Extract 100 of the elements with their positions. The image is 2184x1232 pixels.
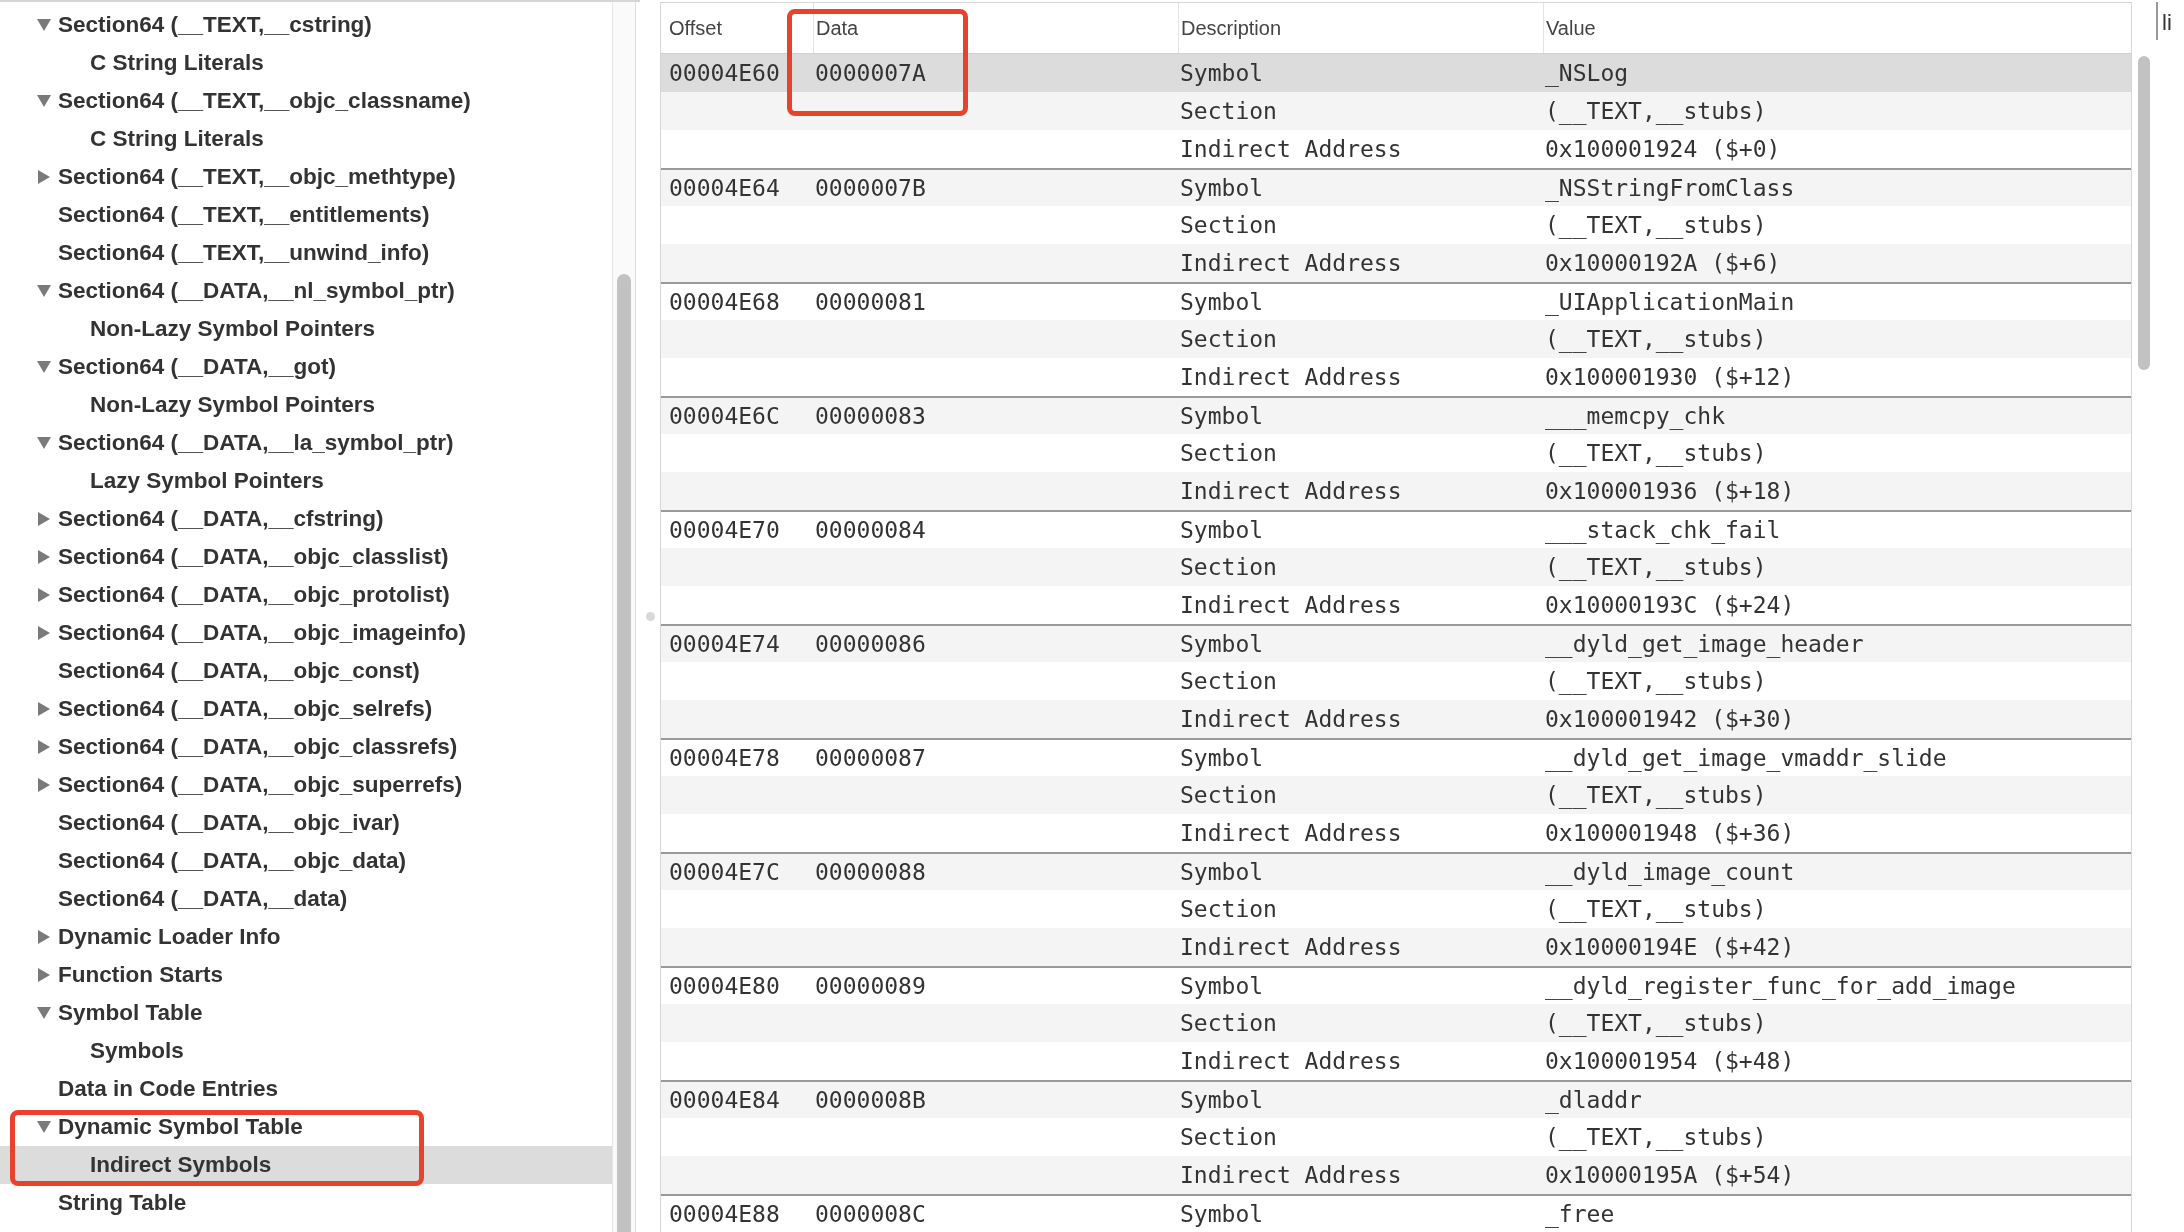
column-header[interactable]: Description [1178, 3, 1543, 53]
tree-item[interactable]: Indirect Symbols [0, 1146, 612, 1184]
table-row[interactable]: Section (__TEXT,__stubs) [661, 1004, 2131, 1042]
table-cell-text: 00000084 [815, 517, 927, 543]
table-cell-text: 0x100001954 ($+48) [1545, 1048, 1796, 1074]
table-row[interactable]: 00004E6C 00000083 Symbol ___memcpy_chk [661, 396, 2131, 434]
disclosure-triangle-icon[interactable] [36, 436, 52, 450]
table-cell-text: (__TEXT,__stubs) [1545, 668, 1768, 694]
table-row[interactable]: Indirect Address 0x100001936 ($+18) [661, 472, 2131, 510]
table-cell-text: 00000083 [815, 403, 927, 429]
tree-item[interactable]: Data in Code Entries [0, 1070, 612, 1108]
table-cell-text: Symbol [1180, 1087, 1265, 1113]
disclosure-triangle-icon[interactable] [36, 740, 52, 754]
table-cell-text: 00004E88 [669, 1201, 781, 1227]
disclosure-triangle-icon[interactable] [36, 778, 52, 792]
scrollbar-thumb[interactable] [617, 274, 631, 1232]
table-cell-text: Section [1180, 554, 1278, 580]
tree-item[interactable]: Section64 (__DATA,__la_symbol_ptr) [0, 424, 612, 462]
tree-item[interactable]: Lazy Symbol Pointers [0, 462, 612, 500]
tree-item[interactable]: Section64 (__DATA,__objc_ivar) [0, 804, 612, 842]
table-cell-text: 00004E84 [669, 1087, 781, 1113]
tree-item[interactable]: Symbols [0, 1032, 612, 1070]
table-row[interactable]: 00004E60 0000007A Symbol _NSLog [661, 54, 2131, 92]
table-cell-text: 00004E60 [669, 60, 781, 86]
tree-item[interactable]: Section64 (__DATA,__got) [0, 348, 612, 386]
table-row[interactable]: Indirect Address 0x10000192A ($+6) [661, 244, 2131, 282]
tree-item[interactable]: Section64 (__TEXT,__objc_methtype) [0, 158, 612, 196]
disclosure-triangle-icon[interactable] [36, 1120, 52, 1134]
tree-item[interactable]: Section64 (__DATA,__cfstring) [0, 500, 612, 538]
disclosure-triangle-icon[interactable] [36, 170, 52, 184]
column-header[interactable]: Offset [667, 3, 813, 53]
table-cell-text: Section [1180, 440, 1278, 466]
table-cell-text: (__TEXT,__stubs) [1545, 212, 1768, 238]
table-cell-text: 0x100001930 ($+12) [1545, 364, 1796, 390]
table-row[interactable]: 00004E7C 00000088 Symbol __dyld_image_count [661, 852, 2131, 890]
table-cell-text: 00004E68 [669, 289, 781, 315]
disclosure-triangle-icon[interactable] [36, 1006, 52, 1020]
tree-item[interactable]: Section64 (__TEXT,__cstring) [0, 6, 612, 44]
disclosure-triangle-icon[interactable] [36, 702, 52, 716]
tree-item[interactable]: Section64 (__DATA,__nl_symbol_ptr) [0, 272, 612, 310]
table-row[interactable]: 00004E74 00000086 Symbol __dyld_get_image_header [661, 624, 2131, 662]
table-row[interactable]: Section (__TEXT,__stubs) [661, 548, 2131, 586]
disclosure-triangle-icon[interactable] [36, 360, 52, 374]
table-cell-text: __dyld_get_image_header [1545, 631, 1865, 657]
table-cell-text: Symbol [1180, 60, 1265, 86]
tree-item[interactable]: Function Starts [0, 956, 612, 994]
tree-item[interactable]: C String Literals [0, 120, 612, 158]
tree-item[interactable]: Section64 (__DATA,__data) [0, 880, 612, 918]
table-row[interactable]: Indirect Address 0x10000195A ($+54) [661, 1156, 2131, 1194]
table-cell-text: 0x10000192A ($+6) [1545, 250, 1782, 276]
tree-item[interactable]: Section64 (__DATA,__objc_classlist) [0, 538, 612, 576]
table-row[interactable]: Section (__TEXT,__stubs) [661, 92, 2131, 130]
disclosure-triangle-icon[interactable] [36, 626, 52, 640]
split-handle[interactable] [645, 611, 655, 621]
disclosure-triangle-icon[interactable] [36, 284, 52, 298]
tree-item[interactable]: Section64 (__TEXT,__entitlements) [0, 196, 612, 234]
table-row[interactable]: Indirect Address 0x10000194E ($+42) [661, 928, 2131, 966]
table-cell-text: Section [1180, 326, 1278, 352]
tree-item[interactable]: Section64 (__DATA,__objc_protolist) [0, 576, 612, 614]
tree-item[interactable]: Section64 (__DATA,__objc_selrefs) [0, 690, 612, 728]
tree-item[interactable]: String Table [0, 1184, 612, 1222]
tree-item[interactable]: Section64 (__TEXT,__objc_classname) [0, 82, 612, 120]
table-cell-text: (__TEXT,__stubs) [1545, 1010, 1768, 1036]
tree-item[interactable]: C String Literals [0, 44, 612, 82]
table-cell-text: 00004E70 [669, 517, 781, 543]
table-cell-text: 00000086 [815, 631, 927, 657]
disclosure-triangle-icon[interactable] [36, 512, 52, 526]
table-row[interactable]: 00004E84 0000008B Symbol _dladdr [661, 1080, 2131, 1118]
tree-item[interactable]: Non-Lazy Symbol Pointers [0, 386, 612, 424]
table-row[interactable]: Section (__TEXT,__stubs) [661, 776, 2131, 814]
tree-item[interactable]: Section64 (__DATA,__objc_imageinfo) [0, 614, 612, 652]
tree-item[interactable]: Section64 (__DATA,__objc_const) [0, 652, 612, 690]
disclosure-triangle-icon[interactable] [36, 968, 52, 982]
table-cell-text: (__TEXT,__stubs) [1545, 326, 1768, 352]
disclosure-triangle-icon[interactable] [36, 18, 52, 32]
table-row[interactable]: Section (__TEXT,__stubs) [661, 320, 2131, 358]
tree-item[interactable]: Symbol Table [0, 994, 612, 1032]
tree-item[interactable]: Dynamic Loader Info [0, 918, 612, 956]
disclosure-triangle-icon[interactable] [36, 94, 52, 108]
table-cell-text: 00000081 [815, 289, 927, 315]
disclosure-triangle-icon[interactable] [36, 588, 52, 602]
table-cell-text: (__TEXT,__stubs) [1545, 554, 1768, 580]
tree-item[interactable]: Dynamic Symbol Table [0, 1108, 612, 1146]
table-cell-text: _NSStringFromClass [1545, 175, 1796, 201]
table-cell-text: 0000008C [815, 1201, 927, 1227]
tree-item[interactable]: Non-Lazy Symbol Pointers [0, 310, 612, 348]
tree-item[interactable]: Section64 (__TEXT,__unwind_info) [0, 234, 612, 272]
scrollbar-thumb[interactable] [2138, 56, 2150, 370]
table-cell-text: Indirect Address [1180, 820, 1403, 846]
column-header[interactable]: Data [813, 3, 1178, 53]
tree-item[interactable]: Section64 (__DATA,__objc_classrefs) [0, 728, 612, 766]
column-header[interactable]: Value [1543, 3, 2131, 53]
table-row[interactable]: Indirect Address 0x100001942 ($+30) [661, 700, 2131, 738]
table-cell-text: Indirect Address [1180, 706, 1403, 732]
table-cell-text: 0x100001948 ($+36) [1545, 820, 1796, 846]
table-row[interactable]: 00004E64 0000007B Symbol _NSStringFromClass [661, 168, 2131, 206]
disclosure-triangle-icon[interactable] [36, 930, 52, 944]
tree-item[interactable]: Section64 (__DATA,__objc_superrefs) [0, 766, 612, 804]
tree-item[interactable]: Section64 (__DATA,__objc_data) [0, 842, 612, 880]
disclosure-triangle-icon[interactable] [36, 550, 52, 564]
